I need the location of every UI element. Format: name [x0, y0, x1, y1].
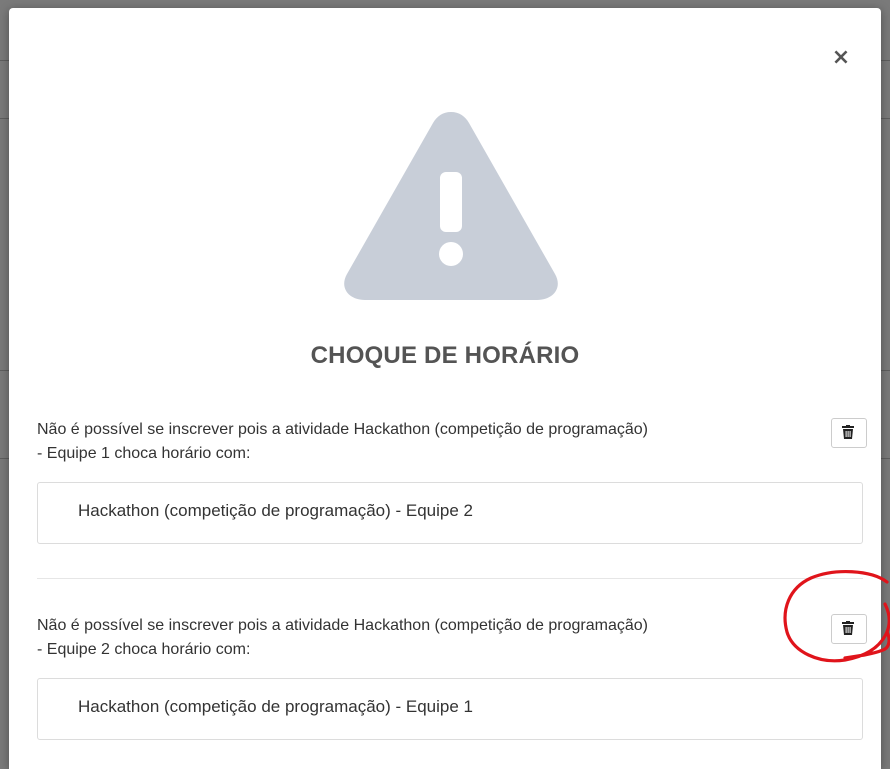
conflict-message-line: - Equipe 2 choca horário com: — [37, 641, 251, 658]
trash-icon — [842, 621, 854, 635]
delete-conflict-button[interactable] — [831, 614, 867, 644]
delete-conflict-button[interactable] — [831, 418, 867, 448]
conflict-message: Não é possível se inscrever pois a ativi… — [37, 614, 797, 662]
conflicting-activity-name: Hackathon (competição de programação) - … — [78, 697, 473, 716]
conflict-entry: Não é possível se inscrever pois a ativi… — [37, 614, 867, 740]
conflict-divider — [37, 578, 863, 579]
modal-title: CHOQUE DE HORÁRIO — [310, 342, 580, 369]
warning-triangle-icon — [344, 112, 558, 300]
conflict-message: Não é possível se inscrever pois a ativi… — [37, 418, 797, 466]
conflicting-activity-box: Hackathon (competição de programação) - … — [37, 678, 863, 740]
schedule-conflict-modal: × CHOQUE DE HORÁRIO Não é possível se in… — [9, 8, 881, 769]
conflict-message-line: - Equipe 1 choca horário com: — [37, 445, 251, 462]
close-button[interactable]: × — [829, 46, 853, 70]
conflicting-activity-name: Hackathon (competição de programação) - … — [78, 501, 473, 520]
conflict-message-line: Não é possível se inscrever pois a ativi… — [37, 617, 648, 634]
trash-icon — [842, 425, 854, 439]
conflict-message-line: Não é possível se inscrever pois a ativi… — [37, 421, 648, 438]
close-icon[interactable]: × — [832, 45, 850, 70]
conflict-entry: Não é possível se inscrever pois a ativi… — [37, 418, 867, 544]
conflicting-activity-box: Hackathon (competição de programação) - … — [37, 482, 863, 544]
